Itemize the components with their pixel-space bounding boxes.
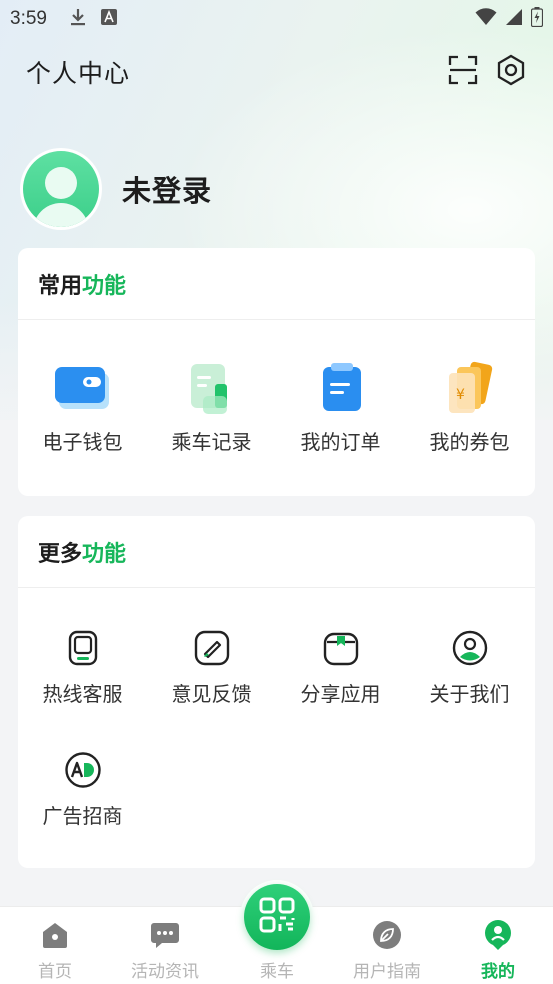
- nav-mine[interactable]: 我的: [443, 907, 553, 984]
- ride-label: 乘车: [260, 962, 294, 982]
- feedback-icon: [192, 628, 232, 668]
- more-functions-card: 更多 功能 热线客服 意见反馈 分享应用 关于我们 广告招商: [18, 516, 535, 868]
- text-a-icon: [100, 9, 117, 29]
- profile-icon: [482, 919, 514, 951]
- common-functions-header: 常用 功能: [18, 248, 535, 320]
- signal-icon: [505, 8, 523, 30]
- wallet-label: 电子钱包: [42, 430, 123, 454]
- wifi-icon: [475, 8, 497, 30]
- order-item[interactable]: 我的订单: [276, 360, 405, 480]
- coupon-icon: ¥: [438, 360, 502, 418]
- common-functions-card: 常用 功能 电子钱包 乘车记录 我的订单 ¥ 我的券包: [18, 248, 535, 496]
- page-title: 个人中心: [26, 59, 131, 88]
- hotline-icon: [63, 628, 103, 668]
- ad-icon: [63, 750, 103, 790]
- feedback-label: 意见反馈: [171, 682, 252, 706]
- nav-activity[interactable]: 活动资讯: [110, 907, 220, 984]
- qr-code-icon: [258, 896, 296, 938]
- card-title: 常用: [38, 273, 83, 299]
- nav-label: 我的: [481, 962, 515, 982]
- feedback-item[interactable]: 意见反馈: [147, 628, 276, 750]
- scan-button[interactable]: [447, 55, 479, 89]
- more-functions-header: 更多 功能: [18, 516, 535, 588]
- about-label: 关于我们: [429, 682, 510, 706]
- ride-button[interactable]: [240, 880, 314, 954]
- hotline-label: 热线客服: [42, 682, 123, 706]
- card-title-accent: 功能: [82, 541, 127, 567]
- share-icon: [321, 628, 361, 668]
- status-bar: 3:59: [0, 0, 553, 38]
- hotline-item[interactable]: 热线客服: [18, 628, 147, 750]
- nav-label: 活动资讯: [131, 962, 199, 982]
- scan-icon: [448, 55, 478, 89]
- share-label: 分享应用: [300, 682, 381, 706]
- coupon-label: 我的券包: [429, 430, 510, 454]
- ride-record-label: 乘车记录: [171, 430, 252, 454]
- svg-text:¥: ¥: [456, 387, 465, 403]
- settings-button[interactable]: [495, 54, 527, 90]
- nav-guide[interactable]: 用户指南: [332, 907, 442, 984]
- user-name[interactable]: 未登录: [122, 168, 212, 210]
- chat-icon: [149, 919, 181, 951]
- ride-record-item[interactable]: 乘车记录: [147, 360, 276, 480]
- coupon-item[interactable]: ¥ 我的券包: [405, 360, 534, 480]
- ad-item[interactable]: 广告招商: [18, 750, 147, 872]
- nav-home[interactable]: 首页: [0, 907, 110, 984]
- card-title-accent: 功能: [82, 273, 127, 299]
- profile-section[interactable]: 未登录: [20, 148, 212, 230]
- download-icon: [69, 7, 87, 31]
- about-item[interactable]: 关于我们: [405, 628, 534, 750]
- nav-label: 用户指南: [353, 962, 421, 982]
- order-icon: [309, 360, 373, 418]
- home-icon: [39, 919, 71, 951]
- page-header: 个人中心: [0, 48, 553, 96]
- guide-icon: [371, 919, 403, 951]
- wallet-item[interactable]: 电子钱包: [18, 360, 147, 480]
- battery-charging-icon: [530, 7, 544, 31]
- nav-label: 首页: [38, 962, 72, 982]
- about-icon: [450, 628, 490, 668]
- avatar[interactable]: [20, 148, 102, 230]
- ride-record-icon: [180, 360, 244, 418]
- ad-label: 广告招商: [42, 804, 123, 828]
- order-label: 我的订单: [300, 430, 381, 454]
- card-title: 更多: [38, 541, 83, 567]
- share-item[interactable]: 分享应用: [276, 628, 405, 750]
- wallet-icon: [51, 360, 115, 418]
- settings-icon: [496, 54, 526, 90]
- status-time: 3:59: [10, 8, 47, 29]
